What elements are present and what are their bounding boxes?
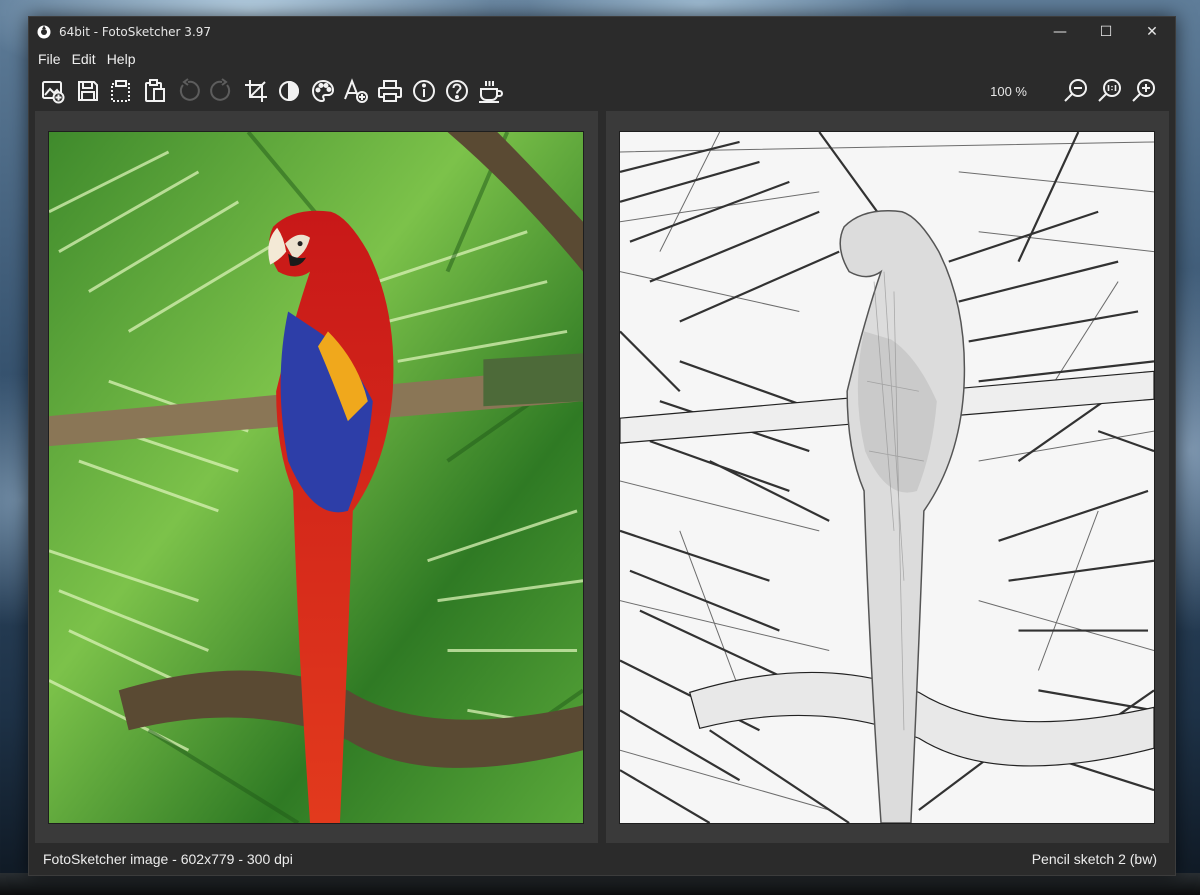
zoom-in-button[interactable] (1129, 76, 1159, 106)
effect-name: Pencil sketch 2 (bw) (1031, 851, 1157, 867)
redo-icon (210, 78, 231, 101)
close-button[interactable]: ✕ (1129, 17, 1175, 47)
image-panels (35, 111, 1169, 843)
source-panel[interactable] (35, 111, 598, 843)
maximize-button[interactable]: ☐ (1083, 17, 1129, 47)
save-button[interactable] (73, 76, 103, 106)
menu-help[interactable]: Help (102, 49, 141, 69)
app-logo-icon (37, 25, 51, 39)
window-title: 64bit - FotoSketcher 3.97 (59, 25, 212, 39)
crop-icon (244, 80, 267, 102)
add-text-icon (344, 78, 369, 103)
help-icon (446, 80, 469, 102)
zoom-out-button[interactable] (1061, 76, 1091, 106)
minimize-button[interactable]: — (1037, 17, 1083, 47)
result-image[interactable] (619, 131, 1155, 824)
parrot-pencil-sketch (620, 132, 1154, 823)
menu-bar: File Edit Help (29, 47, 1175, 71)
print-button[interactable] (375, 76, 405, 106)
open-image-button[interactable] (39, 76, 69, 106)
info-button[interactable] (409, 76, 439, 106)
add-text-button[interactable] (341, 76, 371, 106)
result-panel[interactable] (606, 111, 1169, 843)
menu-file[interactable]: File (33, 49, 66, 69)
undo-icon (180, 78, 201, 101)
source-image[interactable] (48, 131, 584, 824)
save-icon (77, 81, 98, 101)
zoom-actual-size-button[interactable] (1095, 76, 1125, 106)
desktop-background (0, 873, 1200, 895)
copy-button[interactable] (106, 76, 136, 106)
undo-button[interactable] (173, 76, 203, 106)
copy-icon (111, 80, 131, 102)
paste-icon (144, 79, 165, 102)
palette-button[interactable] (308, 76, 338, 106)
contrast-icon (279, 80, 300, 102)
contrast-button[interactable] (274, 76, 304, 106)
toolbar: 100 % (29, 71, 1175, 111)
status-bar: FotoSketcher image - 602x779 - 300 dpi P… (29, 843, 1175, 875)
zoom-level: 100 % (990, 83, 1027, 99)
zoom-in-icon (1132, 79, 1155, 102)
crop-button[interactable] (241, 76, 271, 106)
image-info: FotoSketcher image - 602x779 - 300 dpi (43, 851, 293, 867)
zoom-controls: 100 % (990, 76, 1159, 106)
print-icon (377, 80, 402, 102)
palette-icon (311, 79, 334, 103)
zoom-out-icon (1064, 79, 1087, 102)
donate-coffee-button[interactable] (476, 76, 506, 106)
menu-edit[interactable]: Edit (67, 49, 101, 69)
app-window: 64bit - FotoSketcher 3.97 — ☐ ✕ File Edi… (28, 16, 1176, 876)
help-button[interactable] (442, 76, 472, 106)
open-image-icon (42, 81, 65, 104)
title-bar[interactable]: 64bit - FotoSketcher 3.97 — ☐ ✕ (29, 17, 1175, 47)
parrot-photo (49, 132, 583, 823)
paste-button[interactable] (140, 76, 170, 106)
zoom-actual-size-icon (1098, 79, 1121, 102)
coffee-icon (478, 81, 503, 103)
info-icon (412, 80, 435, 102)
redo-button[interactable] (207, 76, 237, 106)
